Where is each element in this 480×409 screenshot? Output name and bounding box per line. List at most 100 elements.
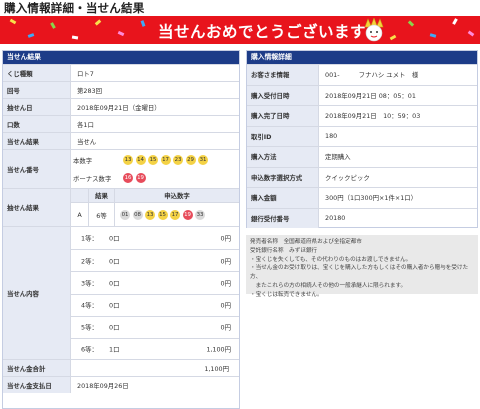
purchase-row-value: クイックピック — [325, 173, 370, 182]
mascot-icon — [364, 18, 384, 42]
bonus-number-ball: 16 — [123, 173, 133, 183]
tier-row: 4等： 0口 0円 — [71, 293, 239, 316]
line-id: A — [71, 203, 89, 227]
tier-name: 2等： — [81, 257, 98, 266]
purchase-row-value: 20180 — [325, 214, 346, 223]
tier-name: 4等： — [81, 301, 98, 310]
banner-text: 当せんおめでとうございます!! — [158, 23, 382, 41]
main-number-ball: 31 — [198, 155, 208, 165]
bonus-numbers: 16 19 — [123, 173, 148, 183]
tier-name: 3等： — [81, 279, 98, 288]
main-number-ball: 13 — [123, 155, 133, 165]
purchase-row-value: 180 — [325, 132, 338, 141]
note-line: ・宝くじは転売できません。 — [250, 291, 323, 298]
purchase-row: 購入方法 定期購入 — [247, 146, 477, 167]
applied-number-ball: 17 — [170, 210, 180, 220]
tier-row: 5等： 0口 0円 — [71, 315, 239, 338]
applied-number-ball: 01 — [120, 210, 130, 220]
line-result: 6等 — [89, 203, 115, 227]
outcome-label: 当せん結果 — [3, 133, 71, 149]
applied-number-ball: 15 — [157, 210, 168, 220]
tier-row: 2等： 0口 0円 — [71, 249, 239, 271]
main-numbers: 13 14 15 17 23 29 31 — [123, 155, 211, 165]
result-panel-header: 当せん結果 — [3, 51, 239, 64]
tier-amount: 1,100円 — [206, 345, 231, 354]
kuji-label: くじ種類 — [3, 65, 71, 81]
outcome-value: 当せん — [77, 137, 97, 146]
payday-label: 当せん金支払日 — [3, 377, 71, 393]
tier-amount: 0円 — [220, 323, 231, 332]
tier-count: 0口 — [109, 279, 120, 288]
purchase-row-value: 2018年09月21日 08：05：01 — [325, 91, 416, 100]
note-line: またこれらの方の相続人その他の一般承継人に限られます。 — [250, 282, 407, 289]
purchase-row-value: 300円（1口300円×1件×1口） — [325, 194, 418, 203]
draw-date-row: 抽せん日 2018年09月21日（金曜日） — [3, 98, 239, 115]
purchase-row-label: 申込数字選択方式 — [247, 167, 319, 187]
total-label: 当せん金合計 — [3, 360, 71, 376]
units-row: 口数 各1口 — [3, 115, 239, 132]
purchase-row-value: 定期購入 — [325, 153, 351, 162]
notes-box: 発売者名称 全国都道府県および全指定都市 受託銀行名称 みずほ銀行 ・宝くじを失くし… — [246, 235, 478, 298]
tier-count: 0口 — [109, 323, 120, 332]
main-number-ball: 17 — [160, 155, 171, 165]
round-value: 第283回 — [77, 86, 102, 95]
tier-name: 5等： — [81, 323, 98, 332]
purchase-row-label: 取引ID — [247, 126, 319, 146]
purchase-row: 購入完了日時 2018年09月21日 10：59：03 — [247, 105, 477, 126]
applied-numbers-col-header: 申込数字 — [115, 189, 239, 203]
tier-amount: 0円 — [220, 257, 231, 266]
payday-value: 2018年09月26日 — [77, 381, 129, 390]
tier-amount: 0円 — [220, 301, 231, 310]
purchase-row: お客さま情報 001- フナハシ ユメト 様 — [247, 64, 477, 85]
applied-number-ball: 08 — [132, 210, 143, 220]
purchase-panel-header: 購入情報詳細 — [247, 51, 477, 64]
purchase-row-label: 銀行受付番号 — [247, 208, 319, 228]
applied-number-ball: 33 — [195, 210, 205, 220]
tier-row: 3等： 0口 0円 — [71, 271, 239, 293]
tier-count: 1口 — [109, 345, 120, 354]
tier-amount: 0円 — [220, 234, 231, 243]
applied-number-ball: 13 — [145, 210, 155, 220]
main-number-ball: 23 — [173, 155, 183, 165]
draw-result-row: 抽せん結果 結果 申込数字 A 6等 01 08 13 15 17 19 33 — [3, 188, 239, 227]
bonus-numbers-label: ボーナス数字 — [73, 174, 112, 183]
units-label: 口数 — [3, 116, 71, 132]
tier-amount: 0円 — [220, 279, 231, 288]
purchase-row-value: 001- フナハシ ユメト 様 — [325, 71, 419, 80]
purchase-row-label: 購入方法 — [247, 147, 319, 167]
tier-row: 1等： 0口 0円 — [71, 227, 239, 249]
bonus-number-ball: 19 — [135, 173, 146, 183]
units-value: 各1口 — [77, 120, 94, 129]
round-label: 回号 — [3, 82, 71, 98]
kuji-value: ロト7 — [77, 69, 94, 78]
note-line: 発売者名称 全国都道府県および全指定都市 — [250, 239, 362, 245]
winning-numbers-row: 当せん番号 本数字 13 14 15 17 23 29 31 ボーナス数字 16 19 — [3, 149, 239, 188]
round-row: 回号 第283回 — [3, 81, 239, 98]
winning-content-row: 当せん内容 1等： 0口 0円 2等： 0口 0円 3等： 0口 0円 4等： 0口 0円 5等： 0口 0… — [3, 226, 239, 359]
purchase-row: 購入金額 300円（1口300円×1件×1口） — [247, 187, 477, 208]
congratulations-banner: 当せんおめでとうございます!! — [0, 16, 480, 44]
purchase-row: 申込数字選択方式 クイックピック — [247, 166, 477, 187]
applied-numbers: 01 08 13 15 17 19 33 — [115, 203, 239, 227]
page-title: 購入情報詳細・当せん結果 — [4, 1, 145, 15]
kuji-row: くじ種類 ロト7 — [3, 64, 239, 81]
purchase-row-label: 購入金額 — [247, 188, 319, 208]
purchase-row-label: お客さま情報 — [247, 65, 319, 85]
main-number-ball: 15 — [148, 155, 158, 165]
result-panel: 当せん結果 くじ種類 ロト7 回号 第283回 抽せん日 2018年09月21日… — [2, 50, 240, 409]
purchase-row-value: 2018年09月21日 10：59：03 — [325, 112, 421, 121]
purchase-row: 購入受付日時 2018年09月21日 08：05：01 — [247, 84, 477, 105]
tier-name: 6等： — [81, 345, 98, 354]
note-line: 受託銀行名称 みずほ銀行 — [250, 247, 318, 254]
purchase-row: 銀行受付番号 20180 — [247, 207, 477, 228]
tier-row: 6等： 1口 1,100円 — [71, 337, 239, 360]
purchase-row: 取引ID 180 — [247, 125, 477, 146]
total-row: 当せん金合計 1,100円 — [3, 359, 239, 376]
tier-count: 0口 — [109, 257, 120, 266]
winning-content-label: 当せん内容 — [3, 227, 71, 359]
note-line: ・当せん金のお受け取りは、宝くじを購入した方もしくはその購入者から贈与を受けた方… — [250, 265, 469, 281]
draw-result-col-header: 結果 — [89, 189, 115, 203]
draw-result-label: 抽せん結果 — [3, 189, 71, 226]
outcome-row: 当せん結果 当せん — [3, 132, 239, 149]
main-number-ball: 14 — [135, 155, 146, 165]
